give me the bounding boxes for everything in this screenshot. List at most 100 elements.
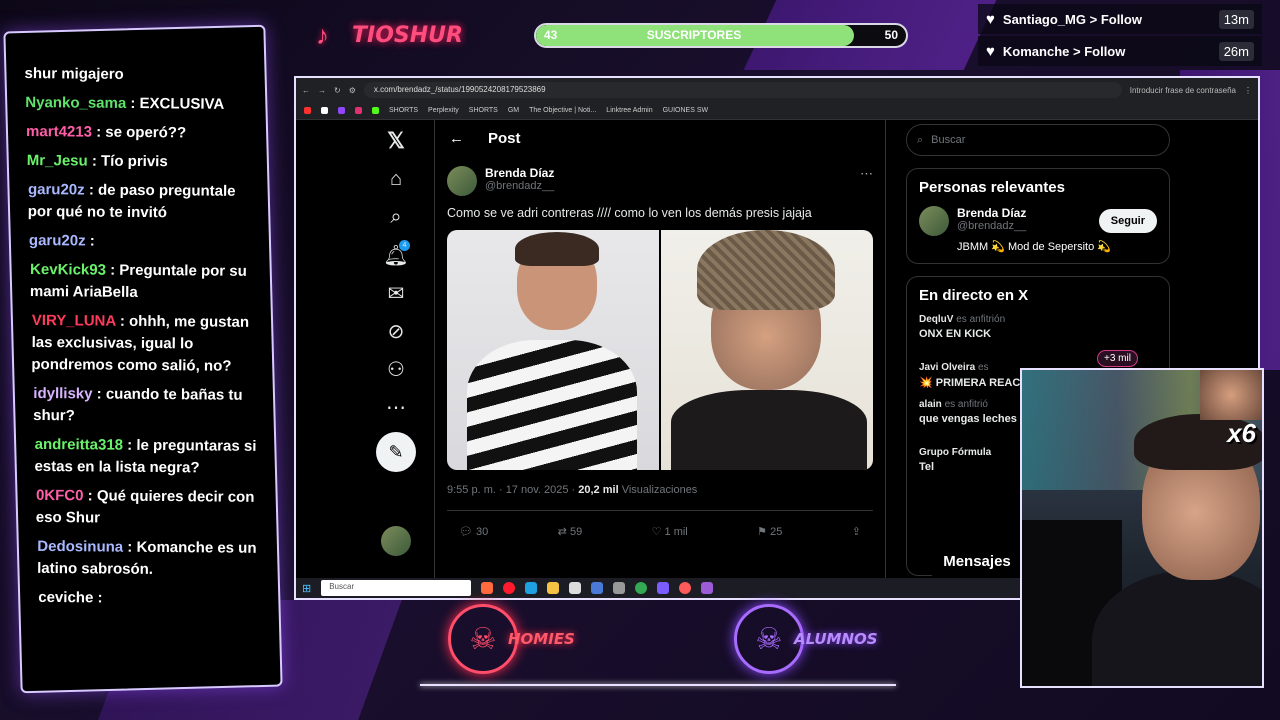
- youtube-icon[interactable]: [304, 107, 311, 114]
- live-role: es anfitrió: [944, 399, 988, 410]
- app-icon[interactable]: [701, 582, 714, 594]
- tweet-media[interactable]: [447, 230, 873, 470]
- chat-message: ceviche :: [38, 587, 264, 611]
- heart-icon: ♡: [651, 526, 662, 538]
- search-icon: ⌕: [917, 133, 924, 146]
- chat-username[interactable]: VIRY_LUNA: [32, 312, 116, 330]
- chat-text: : EXCLUSIVA: [130, 94, 225, 113]
- bookmark-item[interactable]: GM: [508, 107, 519, 114]
- follow-button[interactable]: Seguir: [1098, 209, 1157, 233]
- chat-username[interactable]: garu20z: [28, 181, 85, 198]
- grok-icon[interactable]: ⊘: [376, 312, 416, 350]
- compose-post-button[interactable]: ✎: [376, 432, 416, 472]
- reply-icon: 💬︎: [459, 526, 473, 538]
- menu-icon[interactable]: ⋮: [1244, 86, 1252, 95]
- chat-message: idyllisky : cuando te bañas tu shur?: [33, 383, 259, 429]
- pokeball-icon[interactable]: [679, 582, 692, 594]
- x-logo-icon[interactable]: 𝕏: [376, 122, 416, 160]
- relevant-handle[interactable]: @brendadz__: [957, 220, 1026, 232]
- author-avatar[interactable]: [447, 166, 477, 196]
- browser-toolbar: ← → ↻ ⚙ x.com/brendadz_/status/199052420…: [296, 78, 1258, 102]
- bookmark-item[interactable]: SHORTS: [469, 107, 498, 114]
- live-host: Grupo Fórmula: [919, 447, 992, 458]
- notification-count: 4: [399, 240, 410, 251]
- bookmark-button[interactable]: ⚑ 25: [757, 525, 782, 538]
- chat-username[interactable]: idyllisky: [33, 385, 92, 403]
- more-options-icon[interactable]: ⋯: [860, 166, 873, 196]
- homies-logo: ☠ HOMIES: [448, 604, 575, 674]
- taskbar-search[interactable]: Buscar: [321, 580, 472, 596]
- chat-message: mart4213 : se operó??: [26, 121, 252, 145]
- store-icon[interactable]: [591, 582, 604, 594]
- reply-count: 30: [476, 526, 489, 538]
- repost-button[interactable]: ⇄ 59: [558, 525, 583, 538]
- windows-start-icon[interactable]: ⊞: [302, 582, 311, 595]
- chat-username[interactable]: 0KFC0: [36, 487, 84, 504]
- chat-message: KevKick93 : Preguntale por su mami AriaB…: [30, 259, 256, 305]
- brave-icon[interactable]: [481, 582, 494, 594]
- live-host: DeqluV: [919, 314, 954, 325]
- relevant-name[interactable]: Brenda Díaz: [957, 206, 1026, 220]
- reply-button[interactable]: 💬︎ 30: [459, 525, 488, 538]
- brand: ♪ TIOSHUR: [316, 20, 463, 50]
- bookmark-item[interactable]: The Objective | Noti...: [529, 107, 596, 114]
- messages-drawer[interactable]: Mensajes: [932, 545, 1022, 577]
- home-icon[interactable]: ⌂: [376, 160, 416, 198]
- more-icon[interactable]: ⋯: [376, 388, 416, 426]
- opera-icon[interactable]: [503, 582, 516, 594]
- share-icon[interactable]: ⇪: [852, 525, 861, 538]
- back-arrow-icon[interactable]: ←: [449, 130, 464, 147]
- post-column: ← Post Brenda Díaz @brendadz__ ⋯ Como se…: [434, 120, 886, 580]
- chat-message: Mr_Jesu : Tío privis: [27, 150, 253, 174]
- discord-icon[interactable]: [657, 582, 670, 594]
- alumnos-logo: ☠ ALUMNOS: [734, 604, 878, 674]
- follow-alert: ♥ Komanche > Follow 26m: [978, 36, 1262, 66]
- twitch-icon[interactable]: [338, 107, 345, 114]
- relevant-person[interactable]: Brenda Díaz @brendadz__ Seguir: [919, 206, 1157, 236]
- chat-username[interactable]: mart4213: [26, 123, 92, 141]
- chat-message: garu20z : de paso preguntale por qué no …: [28, 179, 254, 225]
- chat-username[interactable]: Mr_Jesu: [27, 152, 88, 170]
- author-name[interactable]: Brenda Díaz: [485, 166, 554, 180]
- calendar-icon[interactable]: [569, 582, 582, 594]
- live-item[interactable]: DeqluV es anfitrión ONX EN KICK: [919, 314, 1157, 340]
- edge-icon[interactable]: [525, 582, 538, 594]
- follow-user: Santiago_MG: [1002, 11, 1086, 27]
- folder-icon[interactable]: [547, 582, 560, 594]
- instagram-icon[interactable]: [355, 107, 362, 114]
- back-icon[interactable]: ←: [302, 86, 310, 95]
- forward-icon[interactable]: →: [318, 86, 326, 95]
- live-title: En directo en X: [919, 287, 1029, 304]
- password-hint[interactable]: Introducir frase de contraseña: [1130, 86, 1236, 95]
- bookmark-item[interactable]: GUIONES SW: [663, 107, 709, 114]
- bookmark-item[interactable]: SHORTS: [389, 107, 418, 114]
- chat-username[interactable]: andreitta318: [35, 436, 124, 454]
- bookmark-item[interactable]: Perplexity: [428, 107, 459, 114]
- author-handle[interactable]: @brendadz__: [485, 180, 554, 192]
- chrome-icon[interactable]: [635, 582, 648, 594]
- tweet-views: 20,2 mil: [578, 484, 619, 496]
- notifications-icon[interactable]: 🔔︎ 4: [376, 236, 416, 274]
- bookmark-item[interactable]: Linktree Admin: [606, 107, 652, 114]
- reload-icon[interactable]: ↻: [334, 86, 341, 95]
- kick-icon[interactable]: [372, 107, 379, 114]
- photo-left[interactable]: [447, 230, 659, 470]
- account-avatar[interactable]: [381, 526, 411, 556]
- x-icon[interactable]: [321, 107, 328, 114]
- relevant-avatar[interactable]: [919, 206, 949, 236]
- settings-icon[interactable]: [613, 582, 626, 594]
- like-button[interactable]: ♡ 1 mil: [652, 525, 688, 538]
- photo-right[interactable]: [661, 230, 873, 470]
- profile-icon[interactable]: ⚇: [376, 350, 416, 388]
- site-info-icon[interactable]: ⚙: [349, 86, 356, 95]
- search-input[interactable]: ⌕ Buscar: [906, 124, 1170, 156]
- follow-action: > Follow: [1073, 43, 1126, 59]
- search-icon[interactable]: ⌕: [376, 198, 416, 236]
- messages-icon[interactable]: ✉: [376, 274, 416, 312]
- chat-username[interactable]: Nyanko_sama: [25, 94, 126, 112]
- address-bar[interactable]: x.com/brendadz_/status/19905242081795238…: [363, 82, 1122, 98]
- chat-username[interactable]: KevKick93: [30, 261, 106, 279]
- chat-username[interactable]: Dedosinuna: [37, 538, 123, 556]
- chat-username[interactable]: garu20z: [29, 232, 86, 249]
- heart-icon: ♥: [986, 42, 995, 60]
